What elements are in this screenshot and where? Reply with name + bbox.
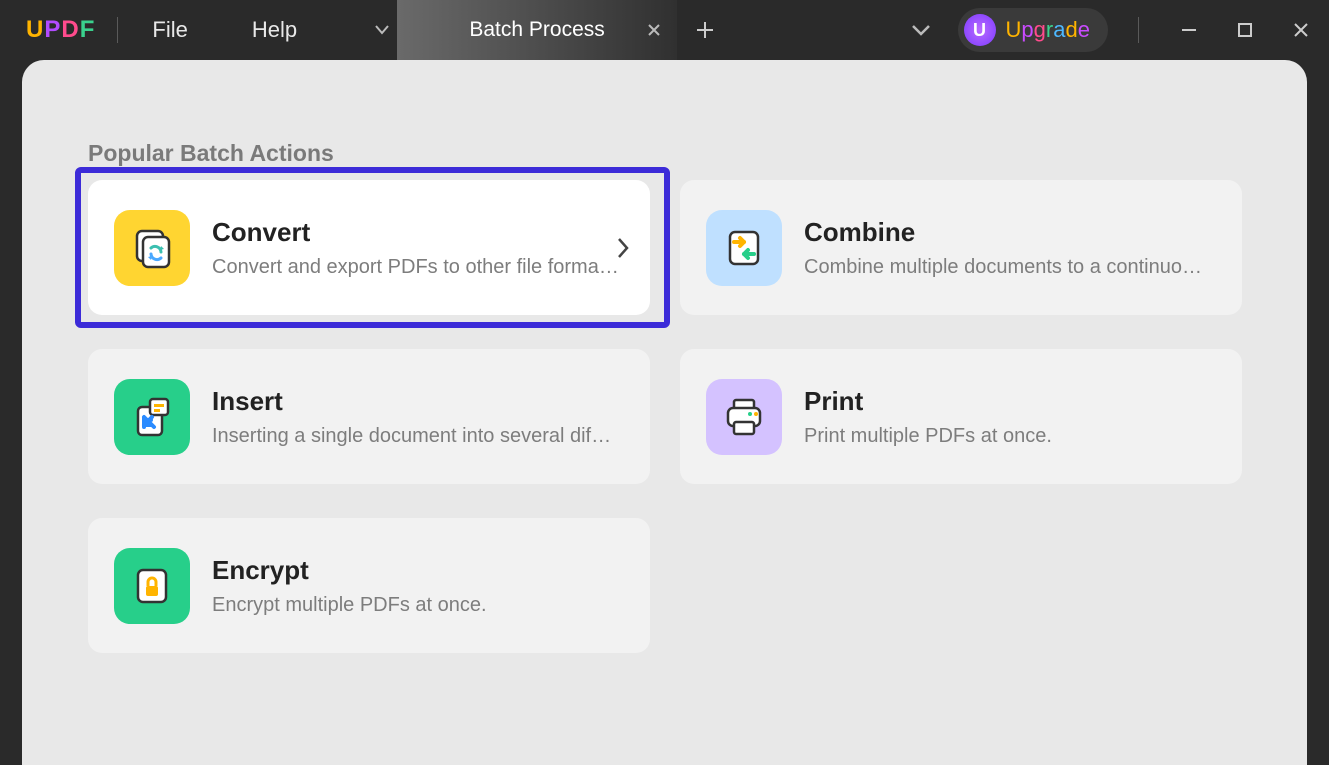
close-icon <box>1293 22 1309 38</box>
minimize-icon <box>1180 21 1198 39</box>
card-print[interactable]: Print Print multiple PDFs at once. <box>680 349 1242 484</box>
overflow-button[interactable] <box>898 7 944 53</box>
card-title: Convert <box>212 217 624 248</box>
tab-batch-process[interactable]: Batch Process <box>397 0 677 60</box>
encrypt-icon <box>114 548 190 624</box>
menu-help[interactable]: Help <box>240 17 309 43</box>
chevron-right-icon <box>616 237 630 259</box>
insert-icon <box>114 379 190 455</box>
card-insert[interactable]: Insert Inserting a single document into … <box>88 349 650 484</box>
card-title: Print <box>804 386 1216 417</box>
cards-grid: Convert Convert and export PDFs to other… <box>88 180 1242 653</box>
menu-file[interactable]: File <box>140 17 199 43</box>
card-title: Encrypt <box>212 555 624 586</box>
card-combine[interactable]: Combine Combine multiple documents to a … <box>680 180 1242 315</box>
chevron-down-icon <box>911 23 931 37</box>
card-convert[interactable]: Convert Convert and export PDFs to other… <box>88 180 650 315</box>
card-desc: Combine multiple documents to a continuo… <box>804 256 1216 279</box>
card-title: Combine <box>804 217 1216 248</box>
maximize-button[interactable] <box>1217 0 1273 60</box>
app-logo: UPDF <box>26 16 95 44</box>
convert-icon <box>114 210 190 286</box>
upgrade-label: Upgrade <box>1006 17 1090 43</box>
divider <box>117 17 118 43</box>
card-title: Insert <box>212 386 624 417</box>
plus-icon <box>696 21 714 39</box>
tab-list-dropdown[interactable] <box>367 0 397 60</box>
tab-close-button[interactable] <box>647 23 661 37</box>
window-controls-cluster: U Upgrade <box>898 0 1329 60</box>
combine-icon <box>706 210 782 286</box>
card-desc: Encrypt multiple PDFs at once. <box>212 594 624 617</box>
card-desc: Print multiple PDFs at once. <box>804 425 1216 448</box>
tabs-area: Batch Process <box>367 0 733 60</box>
divider <box>1138 17 1139 43</box>
print-icon <box>706 379 782 455</box>
section-title: Popular Batch Actions <box>88 140 334 167</box>
user-avatar-icon: U <box>964 14 996 46</box>
upgrade-button[interactable]: U Upgrade <box>958 8 1108 52</box>
card-desc: Convert and export PDFs to other file fo… <box>212 256 624 279</box>
minimize-button[interactable] <box>1161 0 1217 60</box>
close-icon <box>647 23 661 37</box>
content-panel: Popular Batch Actions Convert Convert an… <box>22 60 1307 765</box>
caret-down-icon <box>375 25 389 35</box>
tab-title: Batch Process <box>469 18 604 42</box>
titlebar: UPDF File Help Batch Process U Upgrade <box>0 0 1329 60</box>
card-encrypt[interactable]: Encrypt Encrypt multiple PDFs at once. <box>88 518 650 653</box>
card-desc: Inserting a single document into several… <box>212 425 624 448</box>
new-tab-button[interactable] <box>677 0 733 60</box>
close-window-button[interactable] <box>1273 0 1329 60</box>
maximize-icon <box>1237 22 1253 38</box>
